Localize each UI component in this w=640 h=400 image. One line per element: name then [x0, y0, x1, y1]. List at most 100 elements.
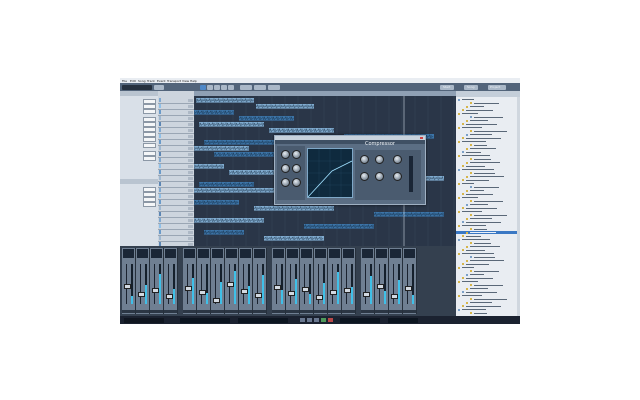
mute-solo-buttons[interactable]	[188, 116, 193, 120]
browser-header[interactable]	[456, 91, 520, 97]
quantize-selector[interactable]	[240, 84, 252, 90]
mixer-channel-strip[interactable]	[197, 248, 211, 314]
mute-solo-buttons[interactable]	[188, 158, 193, 162]
inspector-field[interactable]	[143, 109, 156, 114]
insert-slot[interactable]	[165, 249, 176, 258]
channel-name-plate[interactable]	[150, 310, 163, 313]
mixer-channel-strip[interactable]	[361, 248, 375, 314]
menu-edit[interactable]: Edit	[130, 79, 136, 83]
insert-slot[interactable]	[212, 249, 223, 258]
mixer-channel-strip[interactable]	[183, 248, 197, 314]
channel-name-plate[interactable]	[286, 310, 299, 313]
channel-name-plate[interactable]	[389, 310, 402, 313]
snap-selector[interactable]	[154, 84, 164, 90]
lookahead-knob[interactable]	[281, 178, 290, 187]
channel-name-plate[interactable]	[239, 310, 252, 313]
output-knob[interactable]	[375, 172, 384, 181]
knee-knob[interactable]	[292, 164, 301, 173]
menu-view[interactable]: View	[182, 79, 189, 83]
insert-slot[interactable]	[240, 249, 251, 258]
ratio-knob[interactable]	[281, 164, 290, 173]
mute-solo-buttons[interactable]	[188, 182, 193, 186]
compressor-plugin-window[interactable]: Compressor	[274, 135, 426, 205]
channel-name-plate[interactable]	[375, 310, 388, 313]
insert-slot[interactable]	[137, 249, 148, 258]
menu-help[interactable]: Help	[190, 79, 197, 83]
input-gain-knob[interactable]	[281, 150, 290, 159]
channel-name-plate[interactable]	[328, 310, 341, 313]
inspector-field[interactable]	[143, 202, 156, 207]
insert-slot[interactable]	[198, 249, 209, 258]
channel-name-plate[interactable]	[403, 310, 416, 313]
sidechain-knob[interactable]	[360, 172, 369, 181]
mix-knob[interactable]	[292, 178, 301, 187]
threshold-knob[interactable]	[292, 150, 301, 159]
menu-track[interactable]: Track	[147, 79, 155, 83]
insert-slot[interactable]	[151, 249, 162, 258]
menu-song[interactable]: Song	[138, 79, 146, 83]
mute-solo-buttons[interactable]	[188, 230, 193, 234]
mute-solo-buttons[interactable]	[188, 134, 193, 138]
mixer-channel-strip[interactable]	[164, 248, 178, 314]
channel-name-plate[interactable]	[225, 310, 238, 313]
channel-name-plate[interactable]	[253, 310, 266, 313]
mute-solo-buttons[interactable]	[188, 194, 193, 198]
mute-solo-buttons[interactable]	[188, 164, 193, 168]
mute-solo-buttons[interactable]	[188, 170, 193, 174]
mixer-channel-strip[interactable]	[375, 248, 389, 314]
mute-solo-buttons[interactable]	[188, 212, 193, 216]
menu-file[interactable]: File	[122, 79, 127, 83]
channel-name-plate[interactable]	[272, 310, 285, 313]
channel-name-plate[interactable]	[300, 310, 313, 313]
stop-button[interactable]	[314, 318, 319, 322]
channel-name-plate[interactable]	[314, 310, 327, 313]
menu-transport[interactable]: Transport	[167, 79, 181, 83]
close-icon[interactable]	[420, 136, 423, 140]
channel-name-plate[interactable]	[136, 310, 149, 313]
insert-slot[interactable]	[184, 249, 195, 258]
channel-name-plate[interactable]	[122, 310, 135, 313]
insert-slot[interactable]	[301, 249, 312, 258]
insert-slot[interactable]	[376, 249, 387, 258]
mixer-channel-strip[interactable]	[225, 248, 239, 314]
insert-slot[interactable]	[287, 249, 298, 258]
mixer-channel-strip[interactable]	[253, 248, 267, 314]
forward-button[interactable]	[307, 318, 312, 322]
menu-event[interactable]: Event	[157, 79, 166, 83]
compressor-curve-display[interactable]	[307, 148, 353, 198]
auto-speed-knob[interactable]	[393, 172, 402, 181]
mute-solo-buttons[interactable]	[188, 140, 193, 144]
snap-toggle[interactable]	[268, 84, 280, 90]
mixer-channel-strip[interactable]	[122, 248, 136, 314]
eraser-tool-button[interactable]	[221, 84, 227, 90]
channel-name-plate[interactable]	[164, 310, 177, 313]
release-knob[interactable]	[375, 155, 384, 164]
split-tool-button[interactable]	[214, 84, 220, 90]
channel-name-plate[interactable]	[197, 310, 210, 313]
tempo-display[interactable]	[122, 84, 152, 90]
mute-solo-buttons[interactable]	[188, 218, 193, 222]
inspector-field[interactable]	[143, 137, 156, 142]
paint-tool-button[interactable]	[228, 84, 234, 90]
browser-scrollbar[interactable]	[517, 97, 520, 316]
mute-solo-buttons[interactable]	[188, 98, 193, 102]
mixer-channel-strip[interactable]	[314, 248, 328, 314]
mixer-channel-strip[interactable]	[389, 248, 403, 314]
mixer-channel-strip[interactable]	[239, 248, 253, 314]
record-button[interactable]	[328, 318, 333, 322]
channel-name-plate[interactable]	[183, 310, 196, 313]
play-button[interactable]	[321, 318, 326, 322]
rewind-button[interactable]	[300, 318, 305, 322]
mixer-channel-strip[interactable]	[286, 248, 300, 314]
mute-solo-buttons[interactable]	[188, 104, 193, 108]
browser-item[interactable]	[456, 312, 517, 315]
mixer-channel-strip[interactable]	[300, 248, 314, 314]
insert-slot[interactable]	[329, 249, 340, 258]
insert-slot[interactable]	[390, 249, 401, 258]
mixer-channel-strip[interactable]	[136, 248, 150, 314]
mute-solo-buttons[interactable]	[188, 152, 193, 156]
timebase-selector[interactable]	[254, 84, 266, 90]
insert-slot[interactable]	[404, 249, 415, 258]
insert-slot[interactable]	[226, 249, 237, 258]
insert-slot[interactable]	[362, 249, 373, 258]
